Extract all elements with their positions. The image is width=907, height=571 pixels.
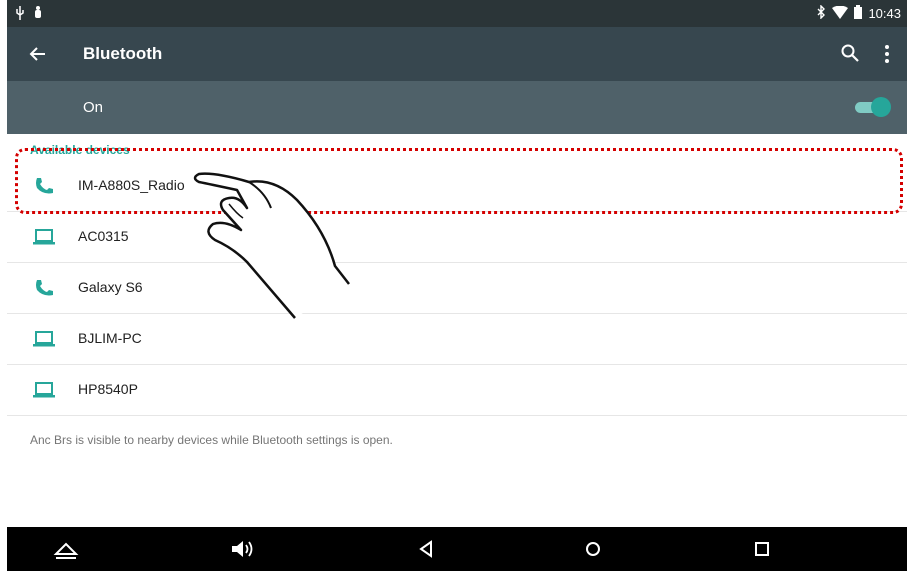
bluetooth-switch-bar[interactable]: On <box>7 81 907 134</box>
phone-icon <box>33 278 55 298</box>
hide-nav-icon[interactable] <box>53 537 79 561</box>
bluetooth-icon <box>816 4 826 22</box>
status-bar-left <box>15 6 43 25</box>
device-name: Galaxy S6 <box>78 279 143 295</box>
phone-icon <box>33 176 55 196</box>
wifi-icon <box>832 5 849 22</box>
page-title: Bluetooth <box>83 44 163 63</box>
volume-icon[interactable] <box>229 537 255 561</box>
navigation-bar <box>7 527 907 571</box>
status-bar-right: 10:43 <box>816 4 901 22</box>
device-row-galaxy-s6[interactable]: Galaxy S6 <box>7 262 907 314</box>
home-circle-icon[interactable] <box>580 537 606 561</box>
laptop-icon <box>33 380 55 400</box>
battery-icon <box>854 5 863 22</box>
available-devices-header: Available devices <box>30 143 130 157</box>
device-row-hp8540p[interactable]: HP8540P <box>7 364 907 416</box>
device-name: HP8540P <box>78 381 138 397</box>
more-vert-icon[interactable] <box>881 42 893 66</box>
laptop-icon <box>33 329 55 349</box>
device-name: IM-A880S_Radio <box>78 177 185 193</box>
device-row-bjlim-pc[interactable]: BJLIM-PC <box>7 313 907 365</box>
arrow-back-icon[interactable] <box>25 41 51 67</box>
device-name: BJLIM-PC <box>78 330 142 346</box>
toggle-thumb <box>871 97 891 117</box>
laptop-icon <box>33 227 55 247</box>
device-row-im-a880s-radio[interactable]: IM-A880S_Radio <box>7 160 907 212</box>
search-icon[interactable] <box>839 42 861 64</box>
bluetooth-toggle[interactable] <box>855 97 891 117</box>
device-row-ac0315[interactable]: AC0315 <box>7 211 907 263</box>
visibility-note: Anc Brs is visible to nearby devices whi… <box>30 433 393 447</box>
android-debug-icon <box>33 6 43 25</box>
clock: 10:43 <box>868 6 901 21</box>
back-triangle-icon[interactable] <box>413 537 439 561</box>
status-bar: 10:43 <box>7 0 907 27</box>
recents-square-icon[interactable] <box>749 537 775 561</box>
device-name: AC0315 <box>78 228 129 244</box>
app-toolbar: Bluetooth <box>7 27 907 81</box>
switch-label: On <box>83 99 104 116</box>
usb-icon <box>15 6 25 25</box>
